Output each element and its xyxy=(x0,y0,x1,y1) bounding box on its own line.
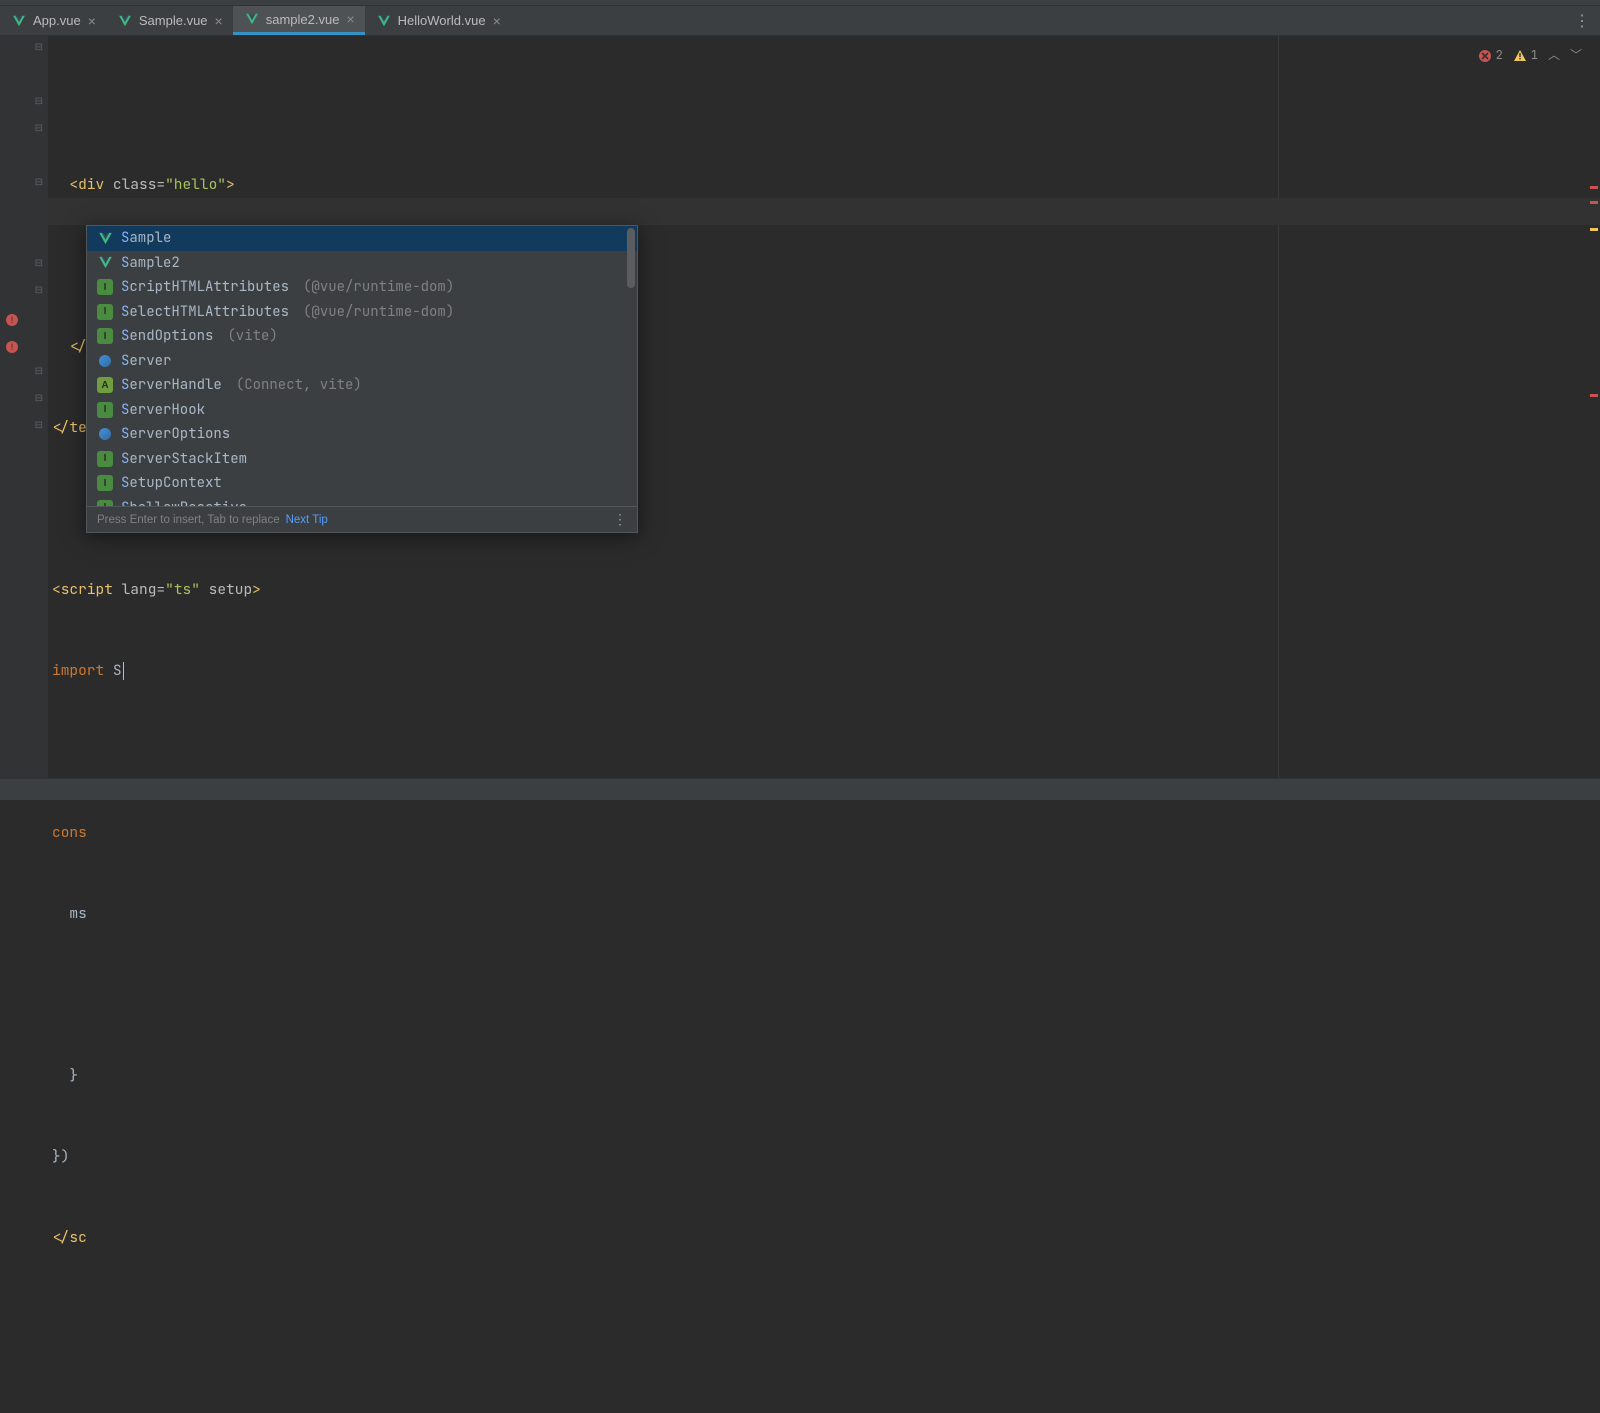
completion-label: ScriptHTMLAttributes xyxy=(121,278,289,296)
completion-label: ShallowReactive xyxy=(121,499,247,506)
completion-label: ServerHook xyxy=(121,401,205,419)
completion-item[interactable]: I ScriptHTMLAttributes (@vue/runtime-dom) xyxy=(87,275,637,300)
completion-label: ServerOptions xyxy=(121,425,230,443)
interface-icon: I xyxy=(97,451,113,467)
stripe-error[interactable] xyxy=(1590,394,1598,397)
interface-icon: I xyxy=(97,402,113,418)
completion-hint: (@vue/runtime-dom) xyxy=(303,303,454,321)
completion-list[interactable]: Sample Sample2 I ScriptHTMLAttributes (@vue/… xyxy=(87,226,637,506)
completion-hint: (vite) xyxy=(227,327,277,345)
stripe-error[interactable] xyxy=(1590,186,1598,189)
close-icon[interactable]: × xyxy=(346,12,354,26)
tab-label: App.vue xyxy=(33,13,81,28)
completion-label: ServerStackItem xyxy=(121,450,247,468)
current-line-highlight xyxy=(48,198,1600,225)
stripe-error[interactable] xyxy=(1590,201,1598,204)
more-icon[interactable]: ⋮ xyxy=(613,511,627,528)
completion-item[interactable]: I SendOptions (vite) xyxy=(87,324,637,349)
vue-icon xyxy=(245,12,259,26)
completion-item[interactable]: Server xyxy=(87,349,637,374)
completion-item[interactable]: I ServerHook xyxy=(87,398,637,423)
vue-icon xyxy=(12,14,26,28)
completion-item[interactable]: I SelectHTMLAttributes (@vue/runtime-dom) xyxy=(87,300,637,325)
chevron-down-icon[interactable]: ﹀ xyxy=(1570,42,1582,69)
tab-helloworld-vue[interactable]: HelloWorld.vue × xyxy=(365,6,511,35)
warning-icon xyxy=(1513,49,1527,63)
completion-footer: Press Enter to insert, Tab to replace Ne… xyxy=(87,506,637,532)
alias-icon: A xyxy=(97,377,113,393)
error-icon xyxy=(1478,49,1492,63)
completion-label: Sample2 xyxy=(121,254,180,272)
interface-icon: I xyxy=(97,500,113,506)
scrollbar-thumb[interactable] xyxy=(627,228,635,288)
next-tip-link[interactable]: Next Tip xyxy=(286,514,328,526)
completion-label: SendOptions xyxy=(121,327,213,345)
completion-item[interactable]: Sample2 xyxy=(87,251,637,276)
tab-app-vue[interactable]: App.vue × xyxy=(0,6,106,35)
warning-count[interactable]: 1 xyxy=(1513,42,1538,69)
error-mark-icon[interactable]: ! xyxy=(6,314,18,326)
completion-item[interactable]: ServerOptions xyxy=(87,422,637,447)
type-icon xyxy=(97,353,113,369)
tab-label: sample2.vue xyxy=(266,12,340,27)
fold-icon[interactable]: ⊟ xyxy=(35,123,43,134)
interface-icon: I xyxy=(97,475,113,491)
completion-hint: (@vue/runtime-dom) xyxy=(303,278,454,296)
completion-label: SelectHTMLAttributes xyxy=(121,303,289,321)
completion-popup[interactable]: Sample Sample2 I ScriptHTMLAttributes (@vue/… xyxy=(86,225,638,533)
completion-label: ServerHandle xyxy=(121,376,222,394)
tab-label: Sample.vue xyxy=(139,13,208,28)
close-icon[interactable]: × xyxy=(88,14,96,28)
close-icon[interactable]: × xyxy=(215,14,223,28)
tab-sample2-vue[interactable]: sample2.vue × xyxy=(233,6,365,35)
vue-icon xyxy=(118,14,132,28)
fold-icon[interactable]: ⊟ xyxy=(35,420,43,431)
fold-icon[interactable]: ⊟ xyxy=(35,285,43,296)
fold-icon[interactable]: ⊟ xyxy=(35,177,43,188)
inspection-widget[interactable]: 2 1 ︿ ﹀ xyxy=(1478,42,1582,69)
completion-hint: (Connect, vite) xyxy=(236,376,362,394)
interface-icon: I xyxy=(97,328,113,344)
completion-item[interactable]: I ShallowReactive xyxy=(87,496,637,507)
tab-label: HelloWorld.vue xyxy=(398,13,486,28)
editor-tabs: App.vue × Sample.vue × sample2.vue × Hel… xyxy=(0,6,1600,36)
text-caret xyxy=(123,662,124,680)
chevron-up-icon[interactable]: ︿ xyxy=(1548,42,1560,69)
error-mark-icon[interactable]: ! xyxy=(6,341,18,353)
tab-sample-vue[interactable]: Sample.vue × xyxy=(106,6,233,35)
interface-icon: I xyxy=(97,304,113,320)
footer-hint: Press Enter to insert, Tab to replace xyxy=(97,514,280,526)
status-bar[interactable] xyxy=(0,778,1600,800)
completion-item[interactable]: Sample xyxy=(87,226,637,251)
completion-item[interactable]: A ServerHandle (Connect, vite) xyxy=(87,373,637,398)
fold-icon[interactable]: ⊟ xyxy=(35,258,43,269)
type-icon xyxy=(97,426,113,442)
stripe-warning[interactable] xyxy=(1590,228,1598,231)
tabs-more-icon[interactable]: ⋮ xyxy=(1564,6,1600,35)
completion-label: Server xyxy=(121,352,171,370)
gutter[interactable]: ⊟ ⊟ ⊟ ⊟ ⊟ ⊟ ! ! ⊟ ⊟ ⊟ xyxy=(0,36,48,778)
close-icon[interactable]: × xyxy=(493,14,501,28)
completion-item[interactable]: I ServerStackItem xyxy=(87,447,637,472)
error-count[interactable]: 2 xyxy=(1478,42,1503,69)
fold-icon[interactable]: ⊟ xyxy=(35,96,43,107)
completion-item[interactable]: I SetupContext xyxy=(87,471,637,496)
vue-icon xyxy=(97,255,113,271)
interface-icon: I xyxy=(97,279,113,295)
vue-icon xyxy=(97,230,113,246)
completion-label: Sample xyxy=(121,229,171,247)
fold-icon[interactable]: ⊟ xyxy=(35,393,43,404)
completion-label: SetupContext xyxy=(121,474,222,492)
fold-icon[interactable]: ⊟ xyxy=(35,42,43,53)
fold-icon[interactable]: ⊟ xyxy=(35,366,43,377)
vue-icon xyxy=(377,14,391,28)
